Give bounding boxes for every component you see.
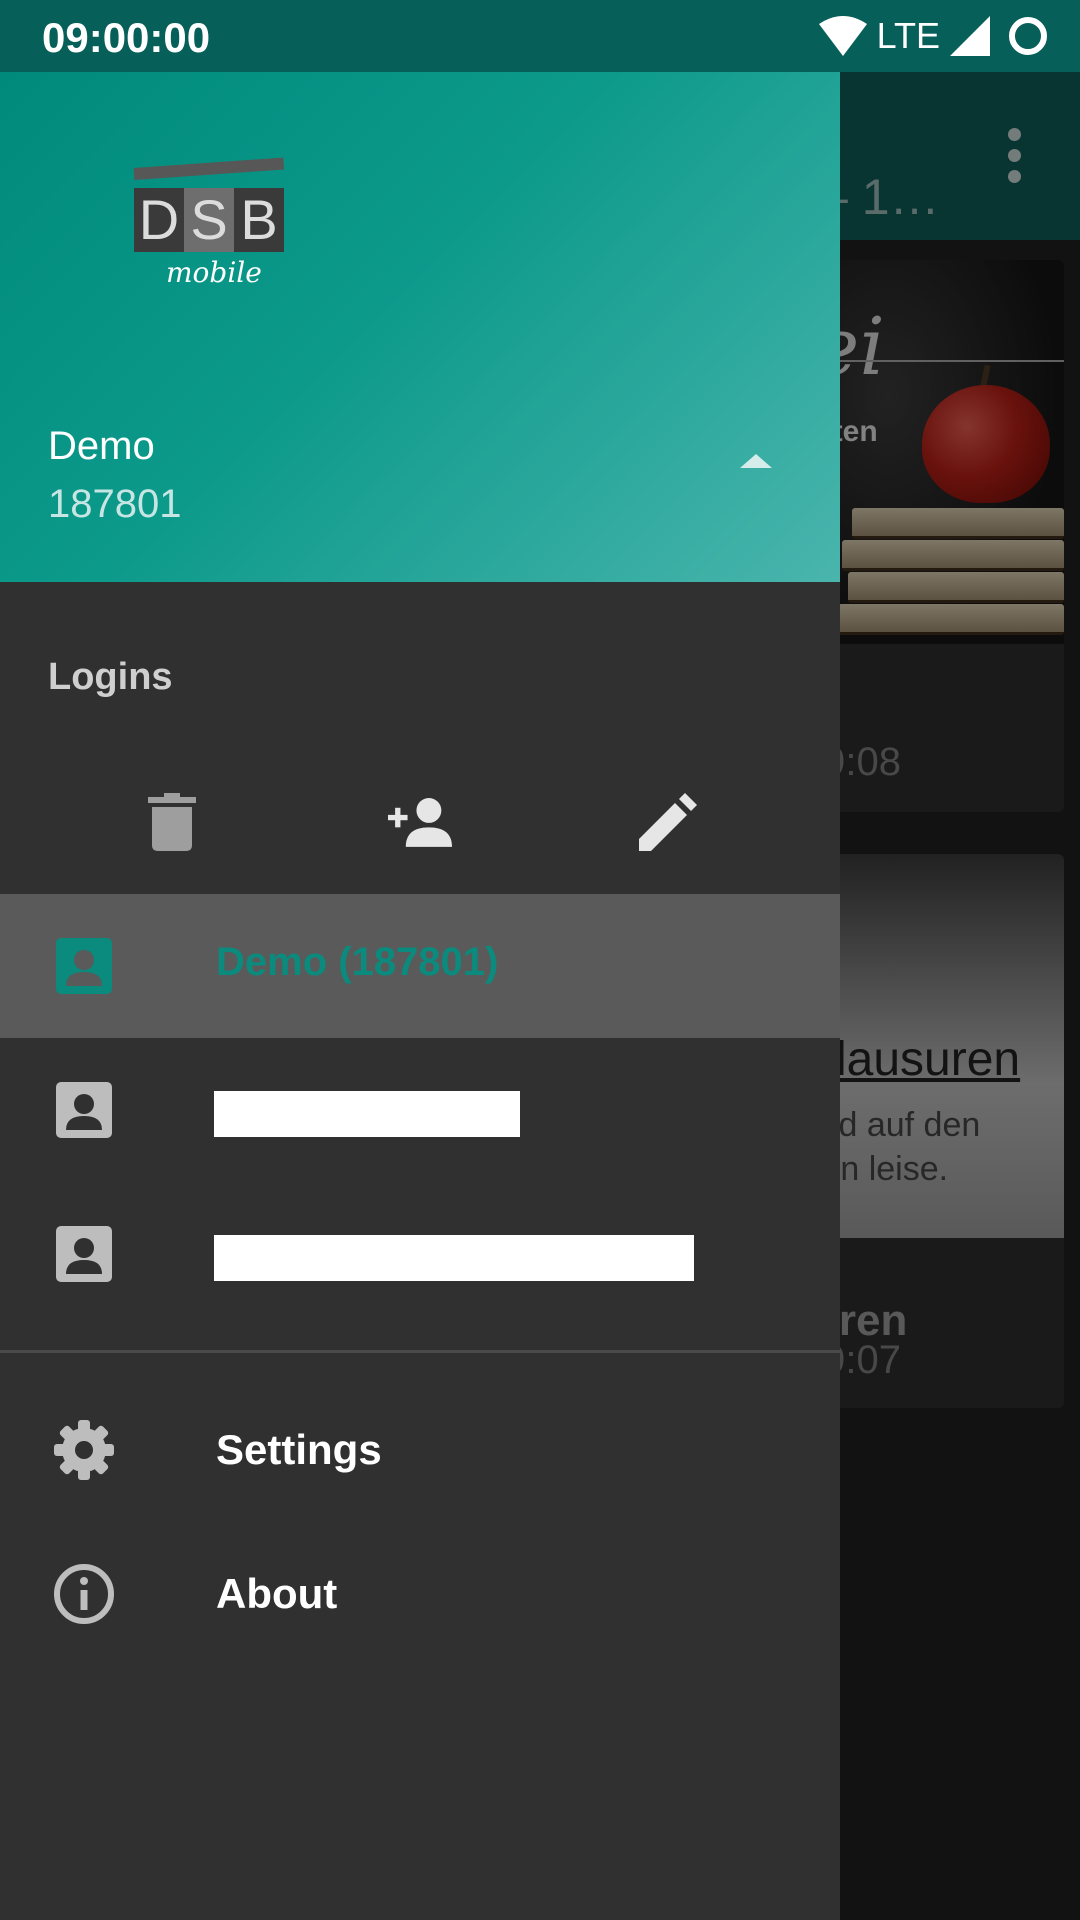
add-login-button[interactable]: [388, 790, 452, 854]
account-row[interactable]: [0, 1038, 840, 1182]
contact-icon: [56, 938, 112, 994]
settings-menu-item[interactable]: Settings: [0, 1378, 840, 1522]
info-icon: [54, 1564, 114, 1624]
wifi-icon: [818, 16, 867, 56]
navigation-drawer: D S B mobile Demo 187801 Logins Demo (18…: [0, 0, 840, 1920]
account-toggle-icon[interactable]: [740, 454, 772, 468]
logo-letter: S: [184, 188, 234, 252]
account-row-label: Demo (187801): [216, 940, 499, 984]
contact-icon: [56, 1082, 112, 1138]
dsb-logo: D S B mobile: [133, 157, 304, 318]
account-id: 187801: [48, 482, 182, 526]
logo-subtitle: mobile: [166, 256, 262, 289]
about-menu-item[interactable]: About: [0, 1522, 840, 1666]
pencil-icon: [639, 793, 697, 851]
logo-box: D S B: [134, 188, 284, 252]
edit-login-button[interactable]: [636, 790, 700, 854]
person-add-icon: [388, 798, 452, 847]
logo-letter: B: [234, 188, 284, 252]
settings-label: Settings: [216, 1426, 382, 1473]
redacted-account-label: [214, 1091, 520, 1137]
contact-icon: [56, 1226, 112, 1282]
redacted-account-label: [214, 1235, 694, 1281]
status-icons: LTE: [818, 14, 1050, 58]
circle-icon: [1009, 17, 1047, 55]
status-clock: 09:00:00: [42, 14, 211, 61]
network-label: LTE: [876, 15, 940, 56]
account-row[interactable]: [0, 1182, 840, 1326]
gear-icon: [54, 1420, 114, 1480]
signal-icon: [950, 16, 990, 56]
drawer-header: D S B mobile Demo 187801: [0, 72, 840, 582]
about-label: About: [216, 1570, 338, 1617]
divider: [0, 1350, 840, 1353]
logo-letter: D: [134, 188, 184, 252]
delete-login-button[interactable]: [140, 790, 204, 854]
account-row-demo[interactable]: Demo (187801): [0, 894, 840, 1038]
logins-title: Logins: [48, 656, 173, 698]
account-name: Demo: [48, 424, 155, 468]
status-bar: 09:00:00 LTE: [0, 0, 1080, 72]
logo-bar: [133, 157, 285, 180]
trash-icon: [148, 793, 196, 851]
